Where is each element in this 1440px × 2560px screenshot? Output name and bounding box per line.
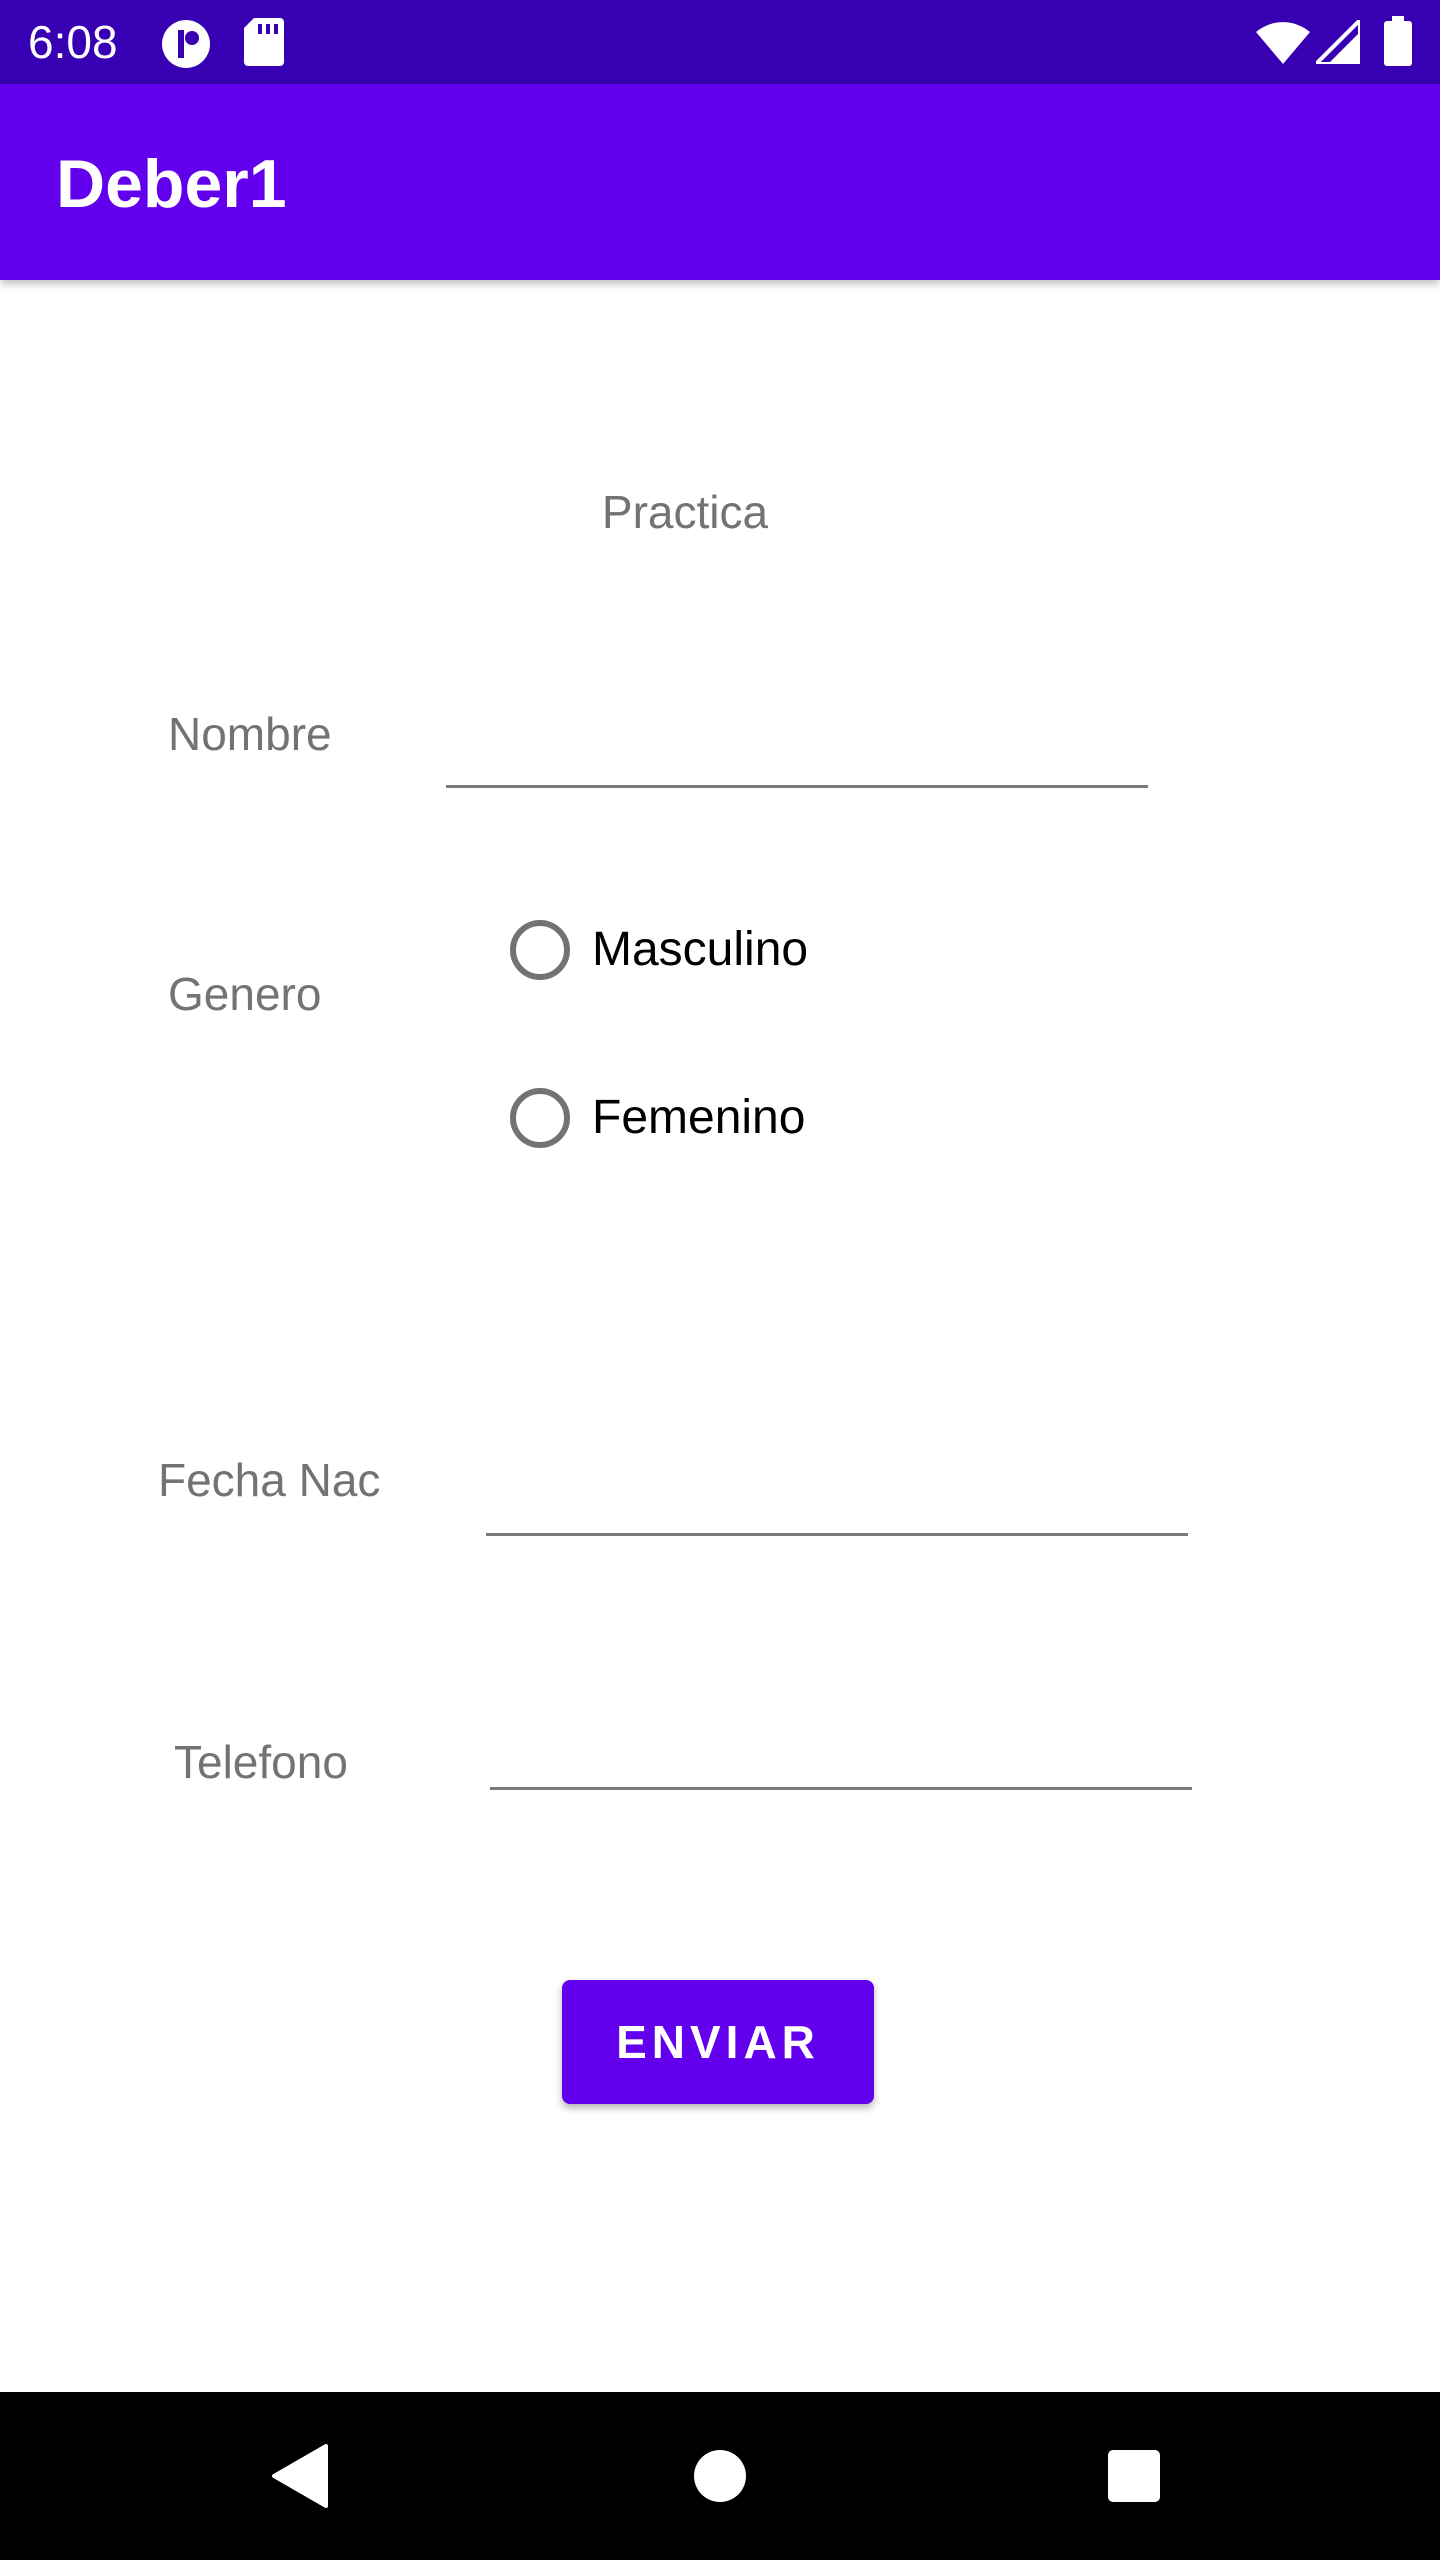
recents-button[interactable]	[1094, 2436, 1174, 2516]
status-bar: 6:08	[0, 0, 1440, 84]
home-icon[interactable]	[692, 2448, 748, 2504]
nombre-input[interactable]	[446, 708, 1148, 788]
telefono-input[interactable]	[490, 1710, 1192, 1790]
fecha-nac-label: Fecha Nac	[158, 1454, 381, 1506]
nav-bar	[0, 2392, 1440, 2560]
recents-icon[interactable]	[1106, 2448, 1162, 2504]
back-button[interactable]	[260, 2436, 340, 2516]
radio-masculino-label[interactable]: Masculino	[592, 922, 808, 978]
app-title: Deber1	[56, 146, 287, 222]
screen: 6:08 Deber1 Practica Nombre Genero Mascu…	[0, 0, 1440, 2560]
home-button[interactable]	[680, 2436, 760, 2516]
form-heading: Practica	[601, 486, 769, 538]
radio-masculino[interactable]: Masculino	[510, 920, 808, 980]
radio-femenino-label[interactable]: Femenino	[592, 1090, 805, 1146]
radio-circle-icon[interactable]	[510, 920, 570, 980]
wifi-icon	[1256, 20, 1310, 69]
back-icon[interactable]	[270, 2444, 330, 2508]
radio-circle-icon[interactable]	[510, 1088, 570, 1148]
nombre-label: Nombre	[168, 708, 332, 760]
notification-app-icon	[160, 18, 212, 75]
enviar-button[interactable]: ENVIAR	[562, 1980, 874, 2104]
cell-signal-icon	[1311, 15, 1362, 69]
telefono-label: Telefono	[174, 1736, 348, 1788]
fecha-nac-input[interactable]	[486, 1456, 1188, 1536]
sd-card-icon	[244, 18, 284, 71]
battery-icon	[1384, 16, 1412, 71]
radio-femenino[interactable]: Femenino	[510, 1088, 805, 1148]
status-time: 6:08	[28, 16, 118, 68]
genero-label: Genero	[168, 968, 322, 1020]
app-bar: Deber1	[0, 84, 1440, 280]
